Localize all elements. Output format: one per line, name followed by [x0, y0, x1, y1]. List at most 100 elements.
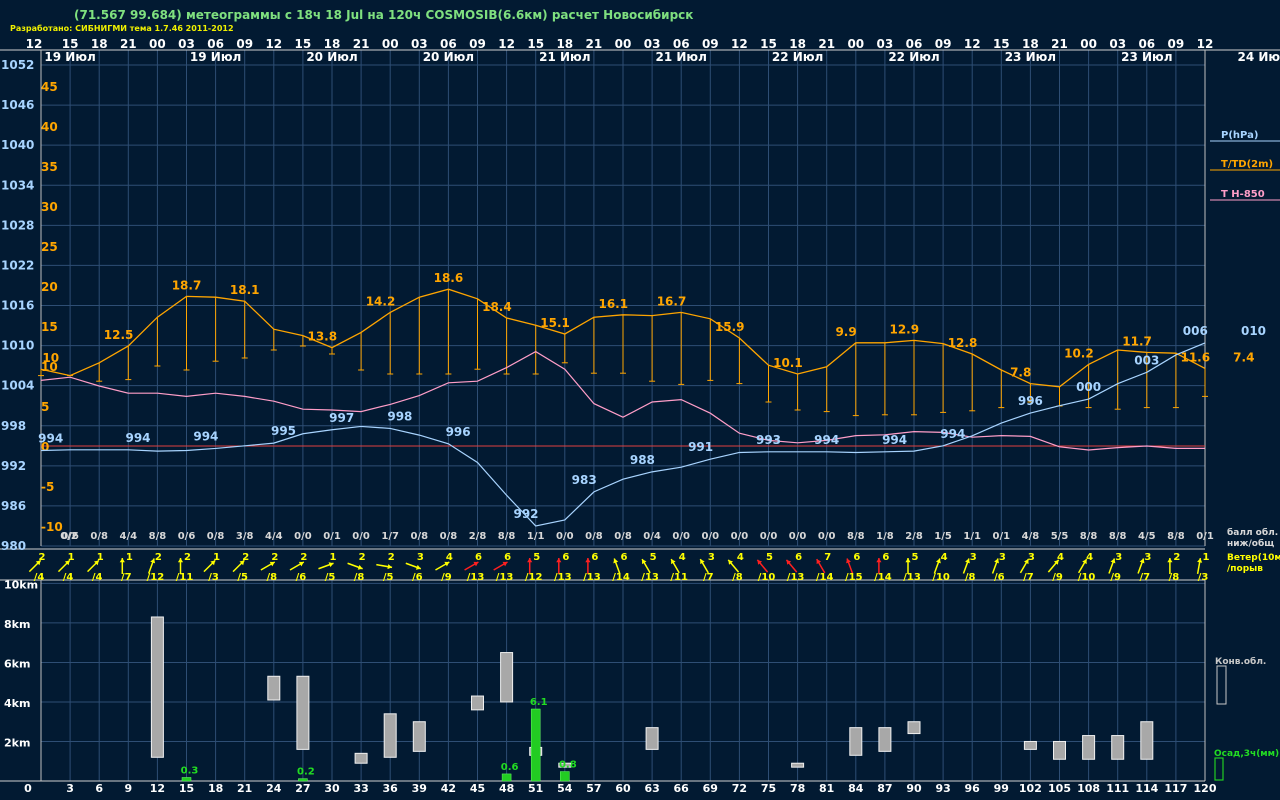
hour-tick-label: 57 — [586, 782, 601, 795]
pressure-tick-label: 980 — [1, 539, 26, 553]
time-tick-label: 06 — [440, 37, 457, 51]
wind-gust-label: /13 — [903, 572, 921, 583]
pressure-value-label: 994 — [814, 433, 839, 447]
time-tick-label: 15 — [527, 37, 544, 51]
time-tick-label: 00 — [149, 37, 166, 51]
wind-gust-label: /14 — [816, 572, 834, 583]
cloud-cover-label: 0/8 — [90, 531, 108, 542]
cloud-cover-label: 0/1 — [1196, 531, 1214, 542]
time-tick-label: 18 — [1022, 37, 1039, 51]
convective-cloud-bar — [907, 721, 921, 735]
legend-wind-2: /порыв — [1227, 564, 1263, 574]
time-tick-label: 12 — [964, 37, 981, 51]
temperature-value-label: 13.8 — [307, 330, 337, 344]
pressure-value-label: 998 — [387, 409, 412, 423]
precipitation-bar — [560, 771, 570, 782]
hour-tick-label: 12 — [150, 782, 165, 795]
time-tick-label: 03 — [411, 37, 428, 51]
legend-t850: T H-850 — [1221, 189, 1265, 200]
pressure-value-label: 994 — [38, 431, 63, 445]
hour-tick-label: 21 — [237, 782, 252, 795]
wind-gust-label: /14 — [612, 572, 630, 583]
wind-gust-label: /3 — [1198, 572, 1209, 583]
hour-tick-label: 99 — [994, 782, 1009, 795]
time-tick-label: 06 — [1138, 37, 1155, 51]
meteogram-chart: (71.567 99.684) метеограммы с 18ч 18 Jul… — [0, 0, 1280, 800]
cloud-cover-label: 4/4 — [120, 531, 138, 542]
cloud-cover-label: 0/0 — [556, 531, 574, 542]
time-tick-label: 09 — [1168, 37, 1185, 51]
wind-speed-label: 3 — [708, 552, 715, 563]
wind-gust-label: /9 — [1110, 572, 1121, 583]
wind-gust-label: /5 — [325, 572, 336, 583]
wind-speed-label: 2 — [359, 552, 366, 563]
pressure-tick-label: 998 — [1, 419, 26, 433]
cloud-cover-label: 0/0 — [702, 531, 720, 542]
pressure-tick-label: 1028 — [1, 218, 34, 232]
time-tick-label: 18 — [789, 37, 806, 51]
pressure-value-label: 994 — [940, 427, 965, 441]
cloud-cover-label: 0/0 — [294, 531, 312, 542]
wind-gust-label: /13 — [583, 572, 601, 583]
hour-tick-label: 15 — [179, 782, 194, 795]
hour-tick-label: 27 — [295, 782, 310, 795]
hour-tick-label: 0 — [24, 782, 32, 795]
precipitation-bar — [530, 708, 541, 782]
legend-pressure: P(hPa) — [1221, 130, 1258, 141]
wind-speed-label: 2 — [242, 552, 249, 563]
pressure-value-label: 994 — [193, 429, 218, 443]
cloud-cover-label: 8/8 — [1167, 531, 1185, 542]
cloud-cover-label: 0/0 — [352, 531, 370, 542]
hour-tick-label: 102 — [1019, 782, 1042, 795]
wind-gust-label: /6 — [296, 572, 307, 583]
pressure-value-label: 993 — [756, 433, 781, 447]
cloud-cover-label: 1/1 — [963, 531, 981, 542]
cloud-cover-label: 0/8 — [207, 531, 225, 542]
convective-cloud-bar — [791, 762, 805, 768]
temperature-value-label: 16.7 — [657, 294, 687, 308]
date-label: 22 Июл — [888, 50, 939, 64]
hour-tick-label: 30 — [324, 782, 340, 795]
pressure-tick-label: 1034 — [1, 178, 34, 192]
time-tick-label: 21 — [353, 37, 370, 51]
precipitation-bar — [181, 777, 192, 782]
time-tick-label: 12 — [26, 37, 43, 51]
wind-speed-label: 6 — [795, 552, 802, 563]
cloud-cover-label: 0/0 — [760, 531, 778, 542]
wind-speed-label: 2 — [184, 552, 191, 563]
temperature-value-label: 10.2 — [1064, 346, 1094, 360]
height-tick-label: 6km — [4, 657, 30, 670]
hour-tick-label: 60 — [615, 782, 631, 795]
wind-speed-label: 2 — [388, 552, 395, 563]
time-tick-label: 09 — [469, 37, 486, 51]
temperature-value-label: 7.4 — [1233, 350, 1254, 364]
pressure-value-label: 000 — [1076, 380, 1101, 394]
hour-tick-label: 108 — [1077, 782, 1100, 795]
wind-gust-label: /13 — [467, 572, 485, 583]
cloud-cover-label: 0/4 — [643, 531, 661, 542]
wind-gust-label: /8 — [266, 572, 277, 583]
cloud-cover-label: 1/8 — [876, 531, 894, 542]
legend-precip: Осад,3ч(мм) — [1214, 749, 1279, 759]
time-tick-label: 21 — [818, 37, 835, 51]
convective-cloud-bar — [500, 652, 514, 703]
wind-gust-label: /13 — [554, 572, 572, 583]
wind-speed-label: 6 — [591, 552, 598, 563]
cloud-cover-label: 5/5 — [1051, 531, 1069, 542]
pressure-tick-label: 1010 — [1, 339, 34, 353]
temperature-value-label: 12.9 — [889, 322, 919, 336]
wind-gust-label: /13 — [641, 572, 659, 583]
convective-cloud-bar — [645, 727, 659, 750]
cloud-cover-label: 0/6 — [61, 531, 79, 542]
cloud-cover-label: 1/7 — [381, 531, 399, 542]
wind-speed-label: 6 — [621, 552, 628, 563]
hour-tick-label: 96 — [965, 782, 981, 795]
wind-speed-label: 6 — [475, 552, 482, 563]
temperature-tick-label: 25 — [41, 240, 58, 254]
date-label: 23 Июл — [1005, 50, 1056, 64]
temperature-value-label: 11.6 — [1180, 350, 1210, 364]
wind-gust-label: /4 — [92, 572, 103, 583]
hour-tick-label: 36 — [383, 782, 399, 795]
cloud-cover-label: 8/8 — [498, 531, 516, 542]
wind-speed-label: 5 — [650, 552, 657, 563]
